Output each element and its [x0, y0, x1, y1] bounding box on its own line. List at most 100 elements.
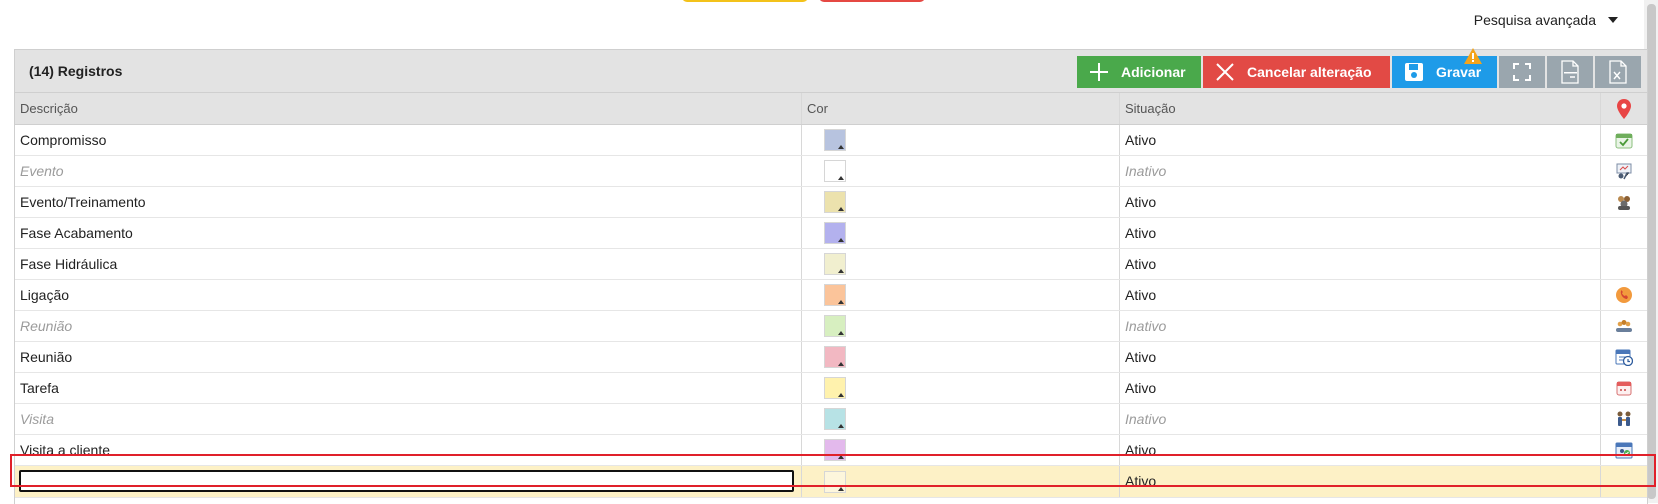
cell-description[interactable]: Visita a cliente	[15, 435, 802, 465]
cell-description[interactable]: Tarefa	[15, 373, 802, 403]
cell-status[interactable]: Ativo	[1120, 218, 1601, 248]
scrollbar-thumb[interactable]	[1647, 4, 1656, 499]
grid-header: (14) Registros Adicionar Cancelar altera…	[15, 48, 1647, 93]
fullscreen-button[interactable]	[1499, 56, 1545, 88]
cell-color	[802, 249, 1120, 279]
cell-icon[interactable]	[1601, 404, 1647, 434]
table-row[interactable]: Evento/Treinamento Ativo	[15, 187, 1647, 218]
column-header-color[interactable]: Cor	[802, 93, 1120, 124]
grid-toolbar: Adicionar Cancelar alteração Gravar	[1075, 48, 1641, 88]
table-row[interactable]: Reunião Inativo	[15, 311, 1647, 342]
cell-description[interactable]: Visita	[15, 404, 802, 434]
cell-description[interactable]: Evento	[15, 156, 802, 186]
cell-icon[interactable]	[1601, 125, 1647, 155]
cell-status[interactable]: Ativo	[1120, 187, 1601, 217]
add-button[interactable]: Adicionar	[1077, 56, 1201, 88]
location-pin-icon	[1617, 98, 1631, 119]
status-text: Ativo	[1125, 132, 1157, 148]
records-grid: (14) Registros Adicionar Cancelar altera…	[14, 48, 1648, 504]
new-row-icon-cell[interactable]	[1601, 466, 1647, 497]
new-row[interactable]: Ativo	[15, 466, 1647, 498]
color-swatch[interactable]	[824, 284, 846, 306]
table-row[interactable]: Compromisso Ativo	[15, 125, 1647, 156]
status-text: Ativo	[1125, 380, 1157, 396]
description-text: Reunião	[20, 349, 73, 365]
color-swatch[interactable]	[824, 439, 846, 461]
cell-status[interactable]: Inativo	[1120, 404, 1601, 434]
cell-icon[interactable]	[1601, 342, 1647, 372]
save-button[interactable]: Gravar	[1392, 48, 1497, 88]
color-swatch[interactable]	[824, 346, 846, 368]
table-row[interactable]: Visita a cliente Ativo	[15, 435, 1647, 466]
cell-color	[802, 280, 1120, 310]
cell-icon[interactable]	[1601, 218, 1647, 248]
color-swatch[interactable]	[824, 377, 846, 399]
cell-status[interactable]: Ativo	[1120, 435, 1601, 465]
presentation-icon	[1616, 163, 1632, 180]
cell-status[interactable]: Ativo	[1120, 125, 1601, 155]
plus-icon	[1090, 63, 1108, 81]
cell-description[interactable]: Compromisso	[15, 125, 802, 155]
status-text: Inativo	[1125, 318, 1167, 334]
cell-description[interactable]: Fase Acabamento	[15, 218, 802, 248]
cell-icon[interactable]	[1601, 373, 1647, 403]
cell-description[interactable]: Evento/Treinamento	[15, 187, 802, 217]
color-swatch[interactable]	[824, 253, 846, 275]
advanced-search-toggle[interactable]: Pesquisa avançada	[1474, 12, 1618, 28]
cell-status[interactable]: Ativo	[1120, 342, 1601, 372]
table-row[interactable]: Evento Inativo	[15, 156, 1647, 187]
cell-icon[interactable]	[1601, 187, 1647, 217]
cell-status[interactable]: Ativo	[1120, 280, 1601, 310]
visitors-icon	[1617, 411, 1631, 426]
export-csv-button[interactable]	[1547, 56, 1593, 88]
status-text: Inativo	[1125, 163, 1167, 179]
save-button-label: Gravar	[1436, 64, 1482, 80]
cell-status[interactable]: Ativo	[1120, 373, 1601, 403]
cancel-changes-button[interactable]: Cancelar alteração	[1203, 56, 1390, 88]
calendar-check-icon	[1615, 133, 1633, 149]
cell-status[interactable]: Inativo	[1120, 156, 1601, 186]
cell-icon[interactable]	[1601, 435, 1647, 465]
table-row[interactable]: Reunião Ativo	[15, 342, 1647, 373]
table-row[interactable]: Fase Acabamento Ativo	[15, 218, 1647, 249]
cell-icon[interactable]	[1601, 311, 1647, 341]
cell-description[interactable]: Ligação	[15, 280, 802, 310]
color-swatch[interactable]	[824, 129, 846, 151]
top-red-button[interactable]	[819, 0, 925, 2]
cell-icon[interactable]	[1601, 156, 1647, 186]
cell-color	[802, 342, 1120, 372]
table-row[interactable]: Visita Inativo	[15, 404, 1647, 435]
cell-status[interactable]: Inativo	[1120, 311, 1601, 341]
status-text: Ativo	[1125, 442, 1157, 458]
grid-body: Compromisso Ativo Evento Inativo Evento/Trei…	[15, 125, 1647, 466]
column-header-status[interactable]: Situação	[1120, 93, 1601, 124]
client-visit-icon	[1615, 442, 1633, 459]
new-row-description-cell	[15, 466, 802, 497]
color-swatch[interactable]	[824, 160, 846, 182]
description-text: Compromisso	[20, 132, 107, 148]
cell-description[interactable]: Reunião	[15, 311, 802, 341]
export-xls-button[interactable]	[1595, 56, 1641, 88]
top-yellow-button[interactable]	[682, 0, 808, 2]
description-text: Fase Acabamento	[20, 225, 133, 241]
color-swatch[interactable]	[824, 315, 846, 337]
table-row[interactable]: Ligação Ativo	[15, 280, 1647, 311]
description-text: Ligação	[20, 287, 70, 303]
table-row[interactable]: Tarefa Ativo	[15, 373, 1647, 404]
cell-icon[interactable]	[1601, 280, 1647, 310]
cell-status[interactable]: Ativo	[1120, 249, 1601, 279]
cell-description[interactable]: Reunião	[15, 342, 802, 372]
description-input[interactable]	[19, 470, 794, 492]
column-header-icon[interactable]	[1601, 93, 1647, 124]
cell-color	[802, 187, 1120, 217]
color-swatch[interactable]	[824, 408, 846, 430]
color-swatch[interactable]	[824, 191, 846, 213]
color-picker[interactable]	[824, 470, 846, 493]
color-swatch[interactable]	[824, 222, 846, 244]
description-text: Tarefa	[20, 380, 59, 396]
cell-description[interactable]: Fase Hidráulica	[15, 249, 802, 279]
new-row-status-cell[interactable]: Ativo	[1120, 466, 1601, 497]
cell-icon[interactable]	[1601, 249, 1647, 279]
table-row[interactable]: Fase Hidráulica Ativo	[15, 249, 1647, 280]
column-header-description[interactable]: Descrição	[15, 93, 802, 124]
